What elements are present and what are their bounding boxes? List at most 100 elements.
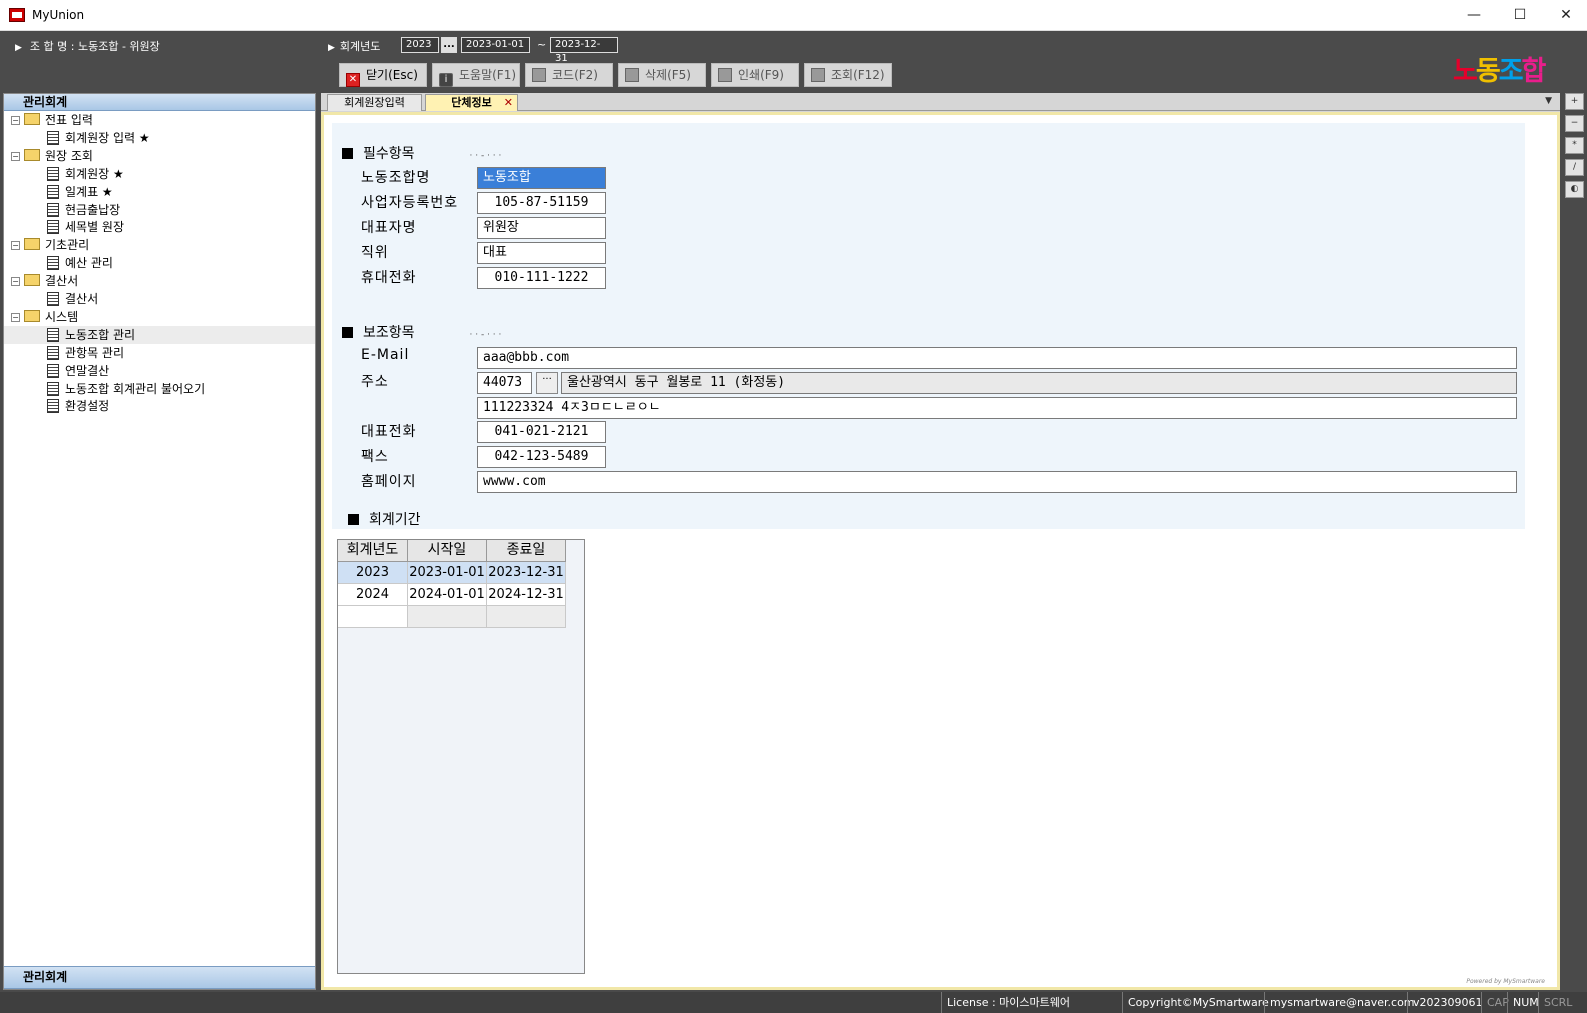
fiscal-end-date-field[interactable]: 2023-12-31 bbox=[550, 37, 618, 64]
square-bullet-icon bbox=[342, 327, 353, 338]
document-icon bbox=[47, 381, 59, 396]
document-icon bbox=[47, 166, 59, 181]
table-cell[interactable]: 2023-12-31 bbox=[487, 562, 566, 584]
fiscal-year-field[interactable]: 2023 bbox=[401, 37, 439, 53]
table-cell[interactable]: 2024-12-31 bbox=[487, 584, 566, 606]
tab-ledger-input[interactable]: 회계원장입력 bbox=[327, 94, 422, 111]
org-info-page: 필수항목 · · - · · · 노동조합명 노동조합 사업자등록번호 105-8… bbox=[321, 112, 1560, 990]
empty-cell[interactable] bbox=[487, 606, 566, 628]
zip-field[interactable]: 44073 bbox=[477, 372, 532, 394]
tree-item-label: 기초관리 bbox=[45, 238, 90, 253]
fiscal-period-table[interactable]: 회계년도 시작일 종료일 2023 2023-01-01 2023-12-31 2024 20… bbox=[337, 539, 585, 974]
biz-no-field[interactable]: 105-87-51159 bbox=[477, 192, 606, 214]
position-field[interactable]: 대표 bbox=[477, 242, 606, 264]
multiply-button[interactable]: * bbox=[1565, 137, 1584, 154]
header-bar: ▶ 조 합 명 : 노동조합 - 위원장 ▶ 회계년도 2023 ... 2023-… bbox=[0, 32, 1587, 92]
tree-item[interactable]: 예산 관리 bbox=[4, 254, 315, 272]
fiscal-year-label: ▶ 회계년도 bbox=[328, 38, 380, 54]
tab-list-dropdown-icon[interactable]: ▼ bbox=[1545, 96, 1552, 106]
empty-cell[interactable] bbox=[338, 606, 408, 628]
tree-folder[interactable]: − 시스템 bbox=[4, 308, 315, 326]
sidebar-footer-title: 관리회계 bbox=[4, 967, 315, 989]
app-icon bbox=[9, 8, 25, 22]
collapse-icon[interactable]: − bbox=[11, 151, 20, 161]
table-cell[interactable]: 2024-01-01 bbox=[408, 584, 487, 606]
tree-item-label: 전표 입력 bbox=[45, 113, 93, 127]
union-name-field[interactable]: 노동조합 bbox=[477, 167, 606, 189]
empty-cell[interactable] bbox=[408, 606, 487, 628]
search-doc-icon bbox=[811, 68, 825, 82]
print-button[interactable]: 인쇄(F9) bbox=[711, 63, 799, 87]
tree-item[interactable]: 회계원장 입력 ★ bbox=[4, 129, 315, 147]
address2-field[interactable]: 111223324 4ㅈ3ㅁㄷㄴㄹㅇㄴ bbox=[477, 397, 1517, 419]
required-section-title: 필수항목 · · - · · · bbox=[342, 143, 501, 163]
tree-item-label: 관항목 관리 bbox=[65, 345, 125, 360]
close-button[interactable]: ✕ 닫기(Esc) bbox=[339, 63, 427, 87]
collapse-icon[interactable]: − bbox=[11, 241, 20, 251]
minimize-button[interactable]: — bbox=[1451, 0, 1497, 31]
position-label: 직위 bbox=[361, 245, 389, 261]
query-button[interactable]: 조회(F12) bbox=[804, 63, 892, 87]
biz-no-label: 사업자등록번호 bbox=[361, 195, 459, 211]
close-tab-icon[interactable]: ✕ bbox=[504, 95, 513, 110]
powered-by-text: Powered by MySmartware bbox=[1466, 978, 1545, 985]
maximize-button[interactable]: ☐ bbox=[1497, 0, 1543, 31]
divide-button[interactable]: / bbox=[1565, 159, 1584, 176]
sidebar-footer[interactable]: 관리회계 bbox=[4, 966, 315, 989]
tree-item-label: 세목별 원장 bbox=[65, 220, 125, 235]
delete-button[interactable]: 삭제(F5) bbox=[618, 63, 706, 87]
folder-icon bbox=[24, 274, 40, 287]
tree-item[interactable]: 결산서 bbox=[4, 290, 315, 308]
table-cell[interactable]: 2023 bbox=[338, 562, 408, 584]
tree-item[interactable]: 노동조합 회계관리 불어오기 bbox=[4, 380, 315, 398]
collapse-icon[interactable]: − bbox=[11, 277, 20, 287]
fiscal-start-date-field[interactable]: 2023-01-01 bbox=[461, 37, 530, 53]
table-cell[interactable]: 2023-01-01 bbox=[408, 562, 487, 584]
homepage-field[interactable]: wwww.com bbox=[477, 471, 1517, 493]
license-text: License : 마이스마트웨어 bbox=[941, 992, 1075, 1013]
tree-item[interactable]: 세목별 원장 bbox=[4, 218, 315, 236]
required-section-label: 필수항목 bbox=[363, 146, 415, 162]
code-button-label: 코드(F2) bbox=[552, 68, 598, 82]
copyright-text: Copyright©MySmartware bbox=[1122, 992, 1274, 1013]
collapse-icon[interactable]: − bbox=[11, 312, 20, 322]
rep-phone-field[interactable]: 041-021-2121 bbox=[477, 421, 606, 443]
address-search-button[interactable]: ··· bbox=[536, 372, 558, 394]
eraser-icon bbox=[625, 68, 639, 82]
address-label: 주소 bbox=[361, 374, 389, 390]
fax-label: 팩스 bbox=[361, 449, 389, 465]
mobile-field[interactable]: 010-111-1222 bbox=[477, 267, 606, 289]
tree-item-label: 예산 관리 bbox=[65, 256, 113, 271]
tree-item[interactable]: 일계표 ★ bbox=[4, 183, 315, 201]
zoom-out-button[interactable]: − bbox=[1565, 115, 1584, 132]
tree-folder[interactable]: − 결산서 bbox=[4, 272, 315, 290]
tree-item[interactable]: 환경설정 bbox=[4, 397, 315, 415]
tree-folder[interactable]: − 전표 입력 bbox=[4, 111, 315, 129]
help-button[interactable]: i 도움말(F1) bbox=[432, 63, 520, 87]
tree-item[interactable]: 현금출납장 bbox=[4, 201, 315, 219]
tree-item[interactable]: 노동조합 관리 bbox=[4, 325, 315, 344]
tab-org-info[interactable]: 단체정보 ✕ bbox=[425, 94, 518, 111]
address1-field[interactable]: 울산광역시 동구 월봉로 11 (화정동) bbox=[561, 372, 1517, 394]
contrast-button[interactable]: ◐ bbox=[1565, 181, 1584, 198]
zoom-in-button[interactable]: + bbox=[1565, 93, 1584, 110]
tree-item-label: 일계표 ★ bbox=[65, 184, 113, 199]
table-cell[interactable]: 2024 bbox=[338, 584, 408, 606]
folder-icon bbox=[24, 113, 40, 125]
tree-item[interactable]: 회계원장 ★ bbox=[4, 165, 315, 183]
email-field[interactable]: aaa@bbb.com bbox=[477, 347, 1517, 369]
column-header[interactable]: 시작일 bbox=[408, 540, 487, 562]
tree-item[interactable]: 연말결산 bbox=[4, 362, 315, 380]
column-header[interactable]: 종료일 bbox=[487, 540, 566, 562]
collapse-icon[interactable]: − bbox=[11, 116, 20, 125]
close-window-button[interactable]: ✕ bbox=[1543, 0, 1587, 31]
title-bar: MyUnion — ☐ ✕ bbox=[0, 0, 1587, 31]
rep-name-field[interactable]: 위원장 bbox=[477, 217, 606, 239]
column-header[interactable]: 회계년도 bbox=[338, 540, 408, 562]
fax-field[interactable]: 042-123-5489 bbox=[477, 446, 606, 468]
code-button[interactable]: 코드(F2) bbox=[525, 63, 613, 87]
tree-folder[interactable]: − 기초관리 bbox=[4, 236, 315, 254]
tree-folder[interactable]: − 원장 조회 bbox=[4, 147, 315, 165]
tree-item[interactable]: 관항목 관리 bbox=[4, 344, 315, 362]
fiscal-year-picker-button[interactable]: ... bbox=[441, 37, 457, 53]
